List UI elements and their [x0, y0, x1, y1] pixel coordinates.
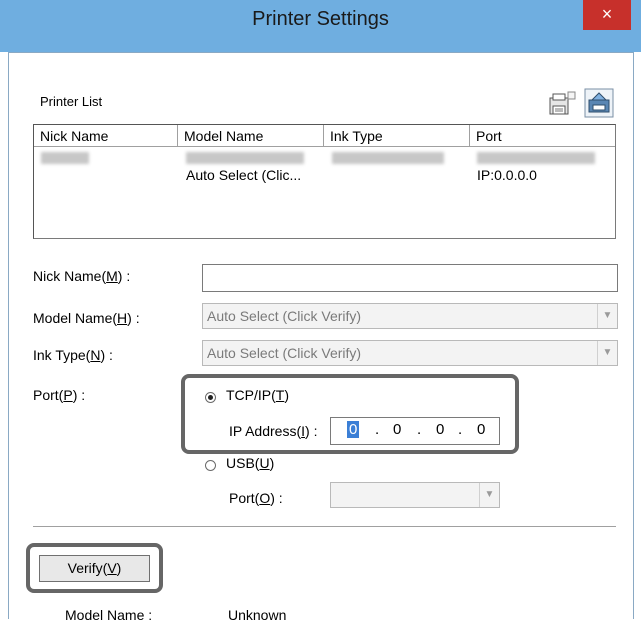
table-row[interactable] — [34, 149, 615, 167]
printer-list[interactable]: Nick Name Model Name Ink Type Port Auto … — [33, 124, 616, 239]
port-label: Port(P) : — [33, 387, 86, 403]
chevron-down-icon: ▼ — [597, 304, 617, 328]
printer-add-icon[interactable] — [548, 90, 576, 118]
ip-address-label: IP Address(I) : — [229, 423, 318, 439]
tcpip-label[interactable]: TCP/IP(T) — [226, 387, 289, 403]
ip-octet-2[interactable]: 0 — [393, 421, 401, 438]
column-nick-name[interactable]: Nick Name — [34, 125, 178, 147]
redacted-cell — [186, 152, 304, 164]
window-title: Printer Settings — [252, 8, 389, 30]
usb-label[interactable]: USB(U) — [226, 455, 274, 471]
model-name-select[interactable]: Auto Select (Click Verify) ▼ — [202, 303, 618, 329]
printer-list-label: Printer List — [40, 94, 103, 109]
nick-name-input[interactable] — [202, 264, 618, 292]
usb-radio[interactable] — [205, 460, 216, 471]
result-model-value: Unknown — [228, 607, 287, 623]
cell-model: Auto Select (Clic... — [186, 167, 302, 183]
redacted-cell — [41, 152, 89, 164]
close-icon: × — [601, 4, 613, 24]
ip-address-input[interactable]: 0 . 0 . 0 . 0 — [330, 417, 500, 445]
redacted-cell — [477, 152, 595, 164]
radio-selected-dot — [208, 395, 213, 400]
verify-button[interactable]: Verify(V) — [39, 555, 150, 582]
column-ink-type[interactable]: Ink Type — [324, 125, 470, 147]
ip-octet-3[interactable]: 0 — [436, 421, 444, 438]
column-port[interactable]: Port — [470, 125, 615, 147]
result-model-label: Model Name : — [65, 607, 153, 623]
ink-type-label: Ink Type(N) : — [33, 347, 113, 363]
ip-dot: . — [375, 421, 380, 438]
usb-port-select[interactable]: ▼ — [330, 482, 500, 508]
ip-octet-4[interactable]: 0 — [477, 421, 485, 438]
ip-octet-1[interactable]: 0 — [347, 421, 360, 438]
close-button[interactable]: × — [583, 0, 631, 30]
printer-search-icon[interactable] — [584, 88, 614, 118]
column-model-name[interactable]: Model Name — [178, 125, 324, 147]
tcpip-radio[interactable] — [205, 392, 216, 403]
chevron-down-icon: ▼ — [597, 341, 617, 365]
ip-dot: . — [458, 421, 463, 438]
chevron-down-icon: ▼ — [479, 483, 499, 507]
table-row[interactable]: Auto Select (Clic... IP:0.0.0.0 — [34, 167, 615, 187]
cell-port: IP:0.0.0.0 — [477, 167, 537, 183]
ink-type-select[interactable]: Auto Select (Click Verify) ▼ — [202, 340, 618, 366]
nick-name-label: Nick Name(M) : — [33, 268, 131, 284]
separator — [33, 526, 616, 527]
usb-port-label: Port(O) : — [229, 490, 283, 506]
model-name-label: Model Name(H) : — [33, 310, 140, 326]
ip-dot: . — [417, 421, 422, 438]
redacted-cell — [332, 152, 444, 164]
